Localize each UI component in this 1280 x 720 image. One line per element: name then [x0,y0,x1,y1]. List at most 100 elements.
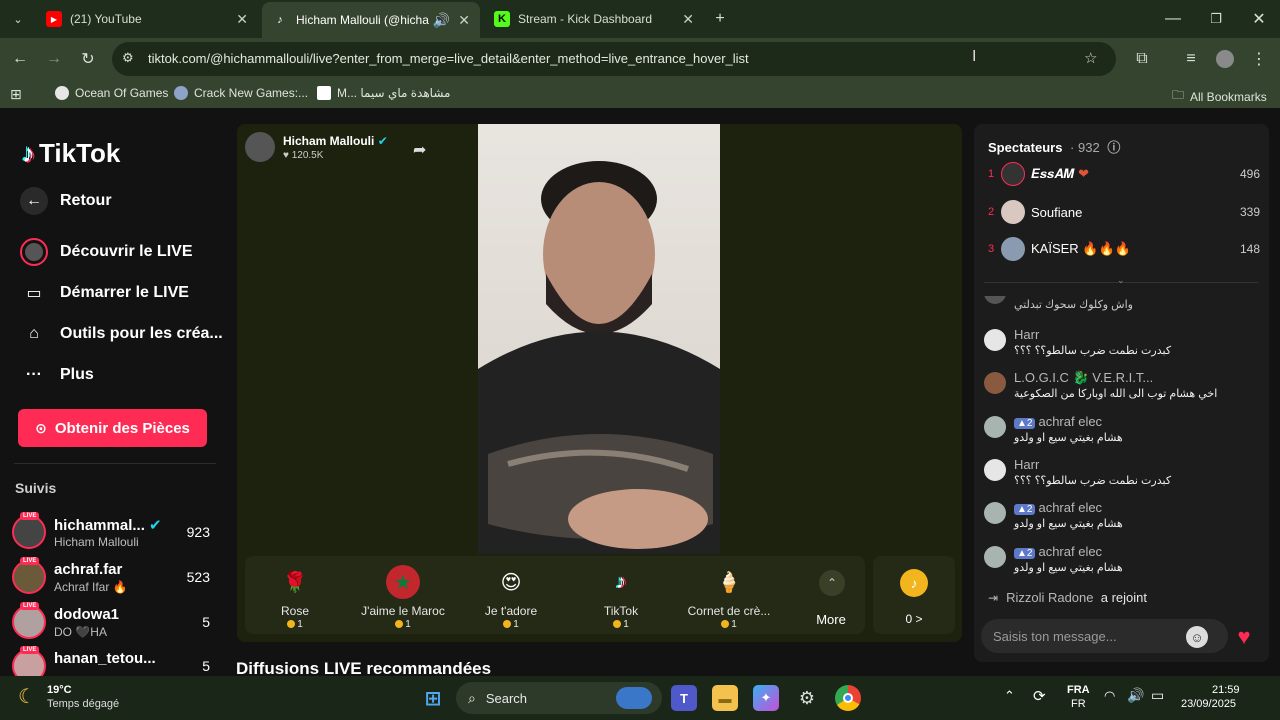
share-icon[interactable]: ➦ [413,140,426,160]
tab-youtube[interactable]: ▶ (21) YouTube ✕ [36,4,258,34]
get-coins-button[interactable]: ⊙ Obtenir des Pièces [18,409,207,447]
omnibox[interactable]: ⚙ tiktok.com/@hichammallouli/live?enter_… [112,42,1116,76]
tab-kick[interactable]: K Stream - Kick Dashboard ✕ [484,4,704,34]
battery-icon[interactable]: ▭ [1151,687,1164,704]
close-tab-icon[interactable]: ✕ [682,11,694,28]
wifi-icon[interactable]: ◠ [1104,688,1115,704]
message-author[interactable]: Harr [1014,327,1039,342]
more-label: More [816,612,846,627]
taskbar-search[interactable]: ⌕ Search [456,682,662,714]
gift-ice-cream-cone[interactable]: 🍦 Cornet de crè... 1 [679,556,779,634]
tab-title: Hicham Mallouli (@hichammallouli) - TikT… [296,13,429,27]
apps-grid-icon[interactable]: ⊞ [10,86,22,103]
gift-rose[interactable]: 🌹 Rose 1 [245,556,345,634]
viewer-count: 5 [202,614,210,630]
windows-start-icon[interactable]: ⊞ [420,685,446,711]
live-video[interactable] [478,124,720,554]
minimize-icon[interactable]: — [1163,9,1183,29]
input-language[interactable]: FRA [1067,684,1090,696]
bookmark-label: M... [337,86,357,100]
teams-icon[interactable]: T [671,685,697,711]
top-viewer-row[interactable]: 3 KAÏSER 🔥🔥🔥 148 [988,235,1260,263]
all-bookmarks[interactable]: 🗀 All Bookmarks [1172,86,1267,107]
message-author[interactable]: Harr [1014,457,1039,472]
bookmark-mycima[interactable]: M... مشاهدة ماي سيما [317,86,450,100]
top-viewer-row[interactable]: 2 Soufiane 339 [988,198,1260,226]
site-settings-icon[interactable]: ⚙ [122,50,134,66]
forward-icon[interactable]: → [44,49,64,69]
bookmark-crack-new-games[interactable]: Crack New Games:... [174,86,308,100]
message-text: هشام بغيتي سيع او ولدو [1014,432,1123,444]
tab-search-icon[interactable]: ⌄ [8,9,28,29]
bookmark-ocean-of-games[interactable]: Ocean Of Games [55,86,168,100]
copilot-icon[interactable]: ✦ [753,685,779,711]
browser-menu-icon[interactable]: ⋮ [1249,49,1269,69]
tiktok-coin-icon: ♪ [900,569,928,597]
gift-bar: 🌹 Rose 1 ★ J'aime le Maroc 1 😍 Je t'ador… [245,556,865,634]
media-controls-icon[interactable]: ≡ [1181,49,1201,69]
follow-item[interactable]: LIVE dodowa1 DO 🖤HA 5 [12,602,216,642]
bookmarks-bar: ⊞ Ocean Of Games Crack New Games:... M..… [0,80,1280,108]
profile-avatar-icon[interactable] [1215,49,1235,69]
gift-name: TikTok [603,604,639,618]
follow-item[interactable]: LIVE hanan_tetou... 5 [12,646,216,676]
author-name: achraf elec [1038,414,1103,429]
viewers-header[interactable]: Spectateurs · 932 ⓘ [988,137,1120,156]
speaker-icon[interactable]: 🔊 [433,12,450,29]
reload-icon[interactable]: ↻ [78,49,98,69]
close-window-icon[interactable]: ✕ [1249,9,1269,29]
verified-icon: ✔ [149,517,162,534]
sidebar-divider [14,463,216,464]
top-viewer-row[interactable]: 1 𝑬𝒔𝒔𝑨𝑴 ❤ 496 [988,160,1260,188]
keyboard-layout[interactable]: FR [1071,698,1086,710]
message-author[interactable]: ▲2 achraf elec [1014,500,1102,515]
chevron-up-icon: ⌃ [819,570,845,596]
nav-more[interactable]: ··· Plus [20,361,94,389]
browser-tab-bar: ⌄ ▶ (21) YouTube ✕ ♪ Hicham Mallouli (@h… [0,0,1280,38]
more-gifts-button[interactable]: ⌃ More [801,556,861,634]
coin-balance[interactable]: ♪ 0 > [873,556,955,634]
nav-start-live[interactable]: ▭ Démarrer le LIVE [20,279,189,307]
app-settings-icon[interactable]: ⚙ [794,685,820,711]
follow-item[interactable]: LIVE hichammal... ✔ Hicham Mallouli 923 [12,512,216,552]
close-tab-icon[interactable]: ✕ [458,12,470,29]
volume-icon[interactable]: 🔊 [1127,687,1144,704]
gift-je-tadore[interactable]: 😍 Je t'adore 1 [461,556,561,634]
flame-icon: 🔥🔥🔥 [1082,241,1131,256]
chevron-down-icon[interactable]: ⌄ [1117,275,1125,286]
back-icon[interactable]: ← [10,49,30,69]
nav-discover-live[interactable]: Découvrir le LIVE [20,238,193,266]
message-author[interactable]: ▲2 achraf elec [1014,544,1102,559]
tab-tiktok[interactable]: ♪ Hicham Mallouli (@hichammallouli) - Ti… [262,2,480,38]
show-hidden-icons[interactable]: ⌃ [1004,688,1015,704]
like-heart-icon[interactable]: ♥ [1230,623,1258,651]
close-tab-icon[interactable]: ✕ [236,11,248,28]
weather-desc[interactable]: Temps dégagé [47,698,119,710]
rank-number: 1 [988,168,995,180]
chrome-icon[interactable] [835,685,861,711]
nav-creator-tools[interactable]: ⌂ Outils pour les créa... [20,320,223,348]
restore-icon[interactable]: ❐ [1206,9,1226,29]
follow-item[interactable]: LIVE achraf.far Achraf Ifar 🔥 523 [12,557,216,597]
gift-tiktok[interactable]: ♪ TikTok 1 [571,556,671,634]
back-button[interactable]: ← Retour [20,187,112,215]
host-info[interactable]: Hicham Mallouli ✔ ♥ 120.5K [245,132,388,162]
message-author[interactable]: L.O.G.I.C 🐉 V.E.R.I.T... [1014,370,1153,386]
emoji-icon[interactable]: ☺ [1186,626,1208,648]
clock-date[interactable]: 23/09/2025 [1181,698,1236,710]
clock-time[interactable]: 21:59 [1212,684,1240,696]
help-icon[interactable]: ⓘ [1107,140,1120,155]
new-tab-icon[interactable]: + [710,9,730,29]
tiktok-logo[interactable]: ♪ TikTok [22,138,120,169]
sync-icon[interactable]: ⟳ [1033,687,1046,705]
weather-temp[interactable]: 19°C [47,684,72,696]
file-explorer-icon[interactable]: ▬ [712,685,738,711]
follow-name: dodowa1 [54,606,120,623]
gift-price-value: 1 [513,619,519,630]
host-avatar [245,132,275,162]
extensions-icon[interactable]: ⧉ [1132,49,1152,69]
url-text[interactable]: tiktok.com/@hichammallouli/live?enter_fr… [148,51,749,66]
bookmark-star-icon[interactable]: ☆ [1084,49,1097,67]
gift-jaime-le-maroc[interactable]: ★ J'aime le Maroc 1 [353,556,453,634]
message-author[interactable]: ▲2 achraf elec [1014,414,1102,429]
